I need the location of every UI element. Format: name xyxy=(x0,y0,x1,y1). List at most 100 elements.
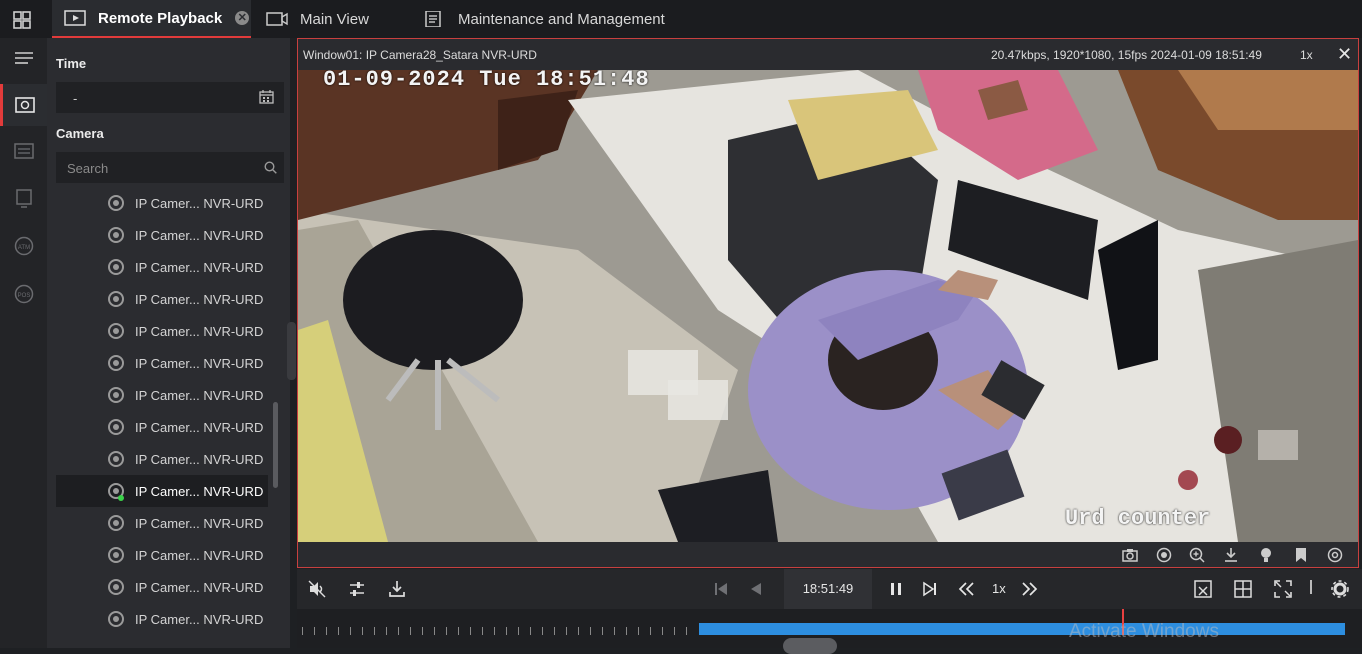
search-panel: Time - Camera Search IP Camer... NVR-URD… xyxy=(47,38,290,648)
rail-playback-button[interactable] xyxy=(0,84,47,126)
menu-button[interactable] xyxy=(0,38,47,78)
reverse-play-icon[interactable] xyxy=(747,580,765,598)
camera-list-item[interactable]: IP Camer... NVR-URD xyxy=(56,571,268,603)
camera-list-item[interactable]: IP Camer... NVR-URD xyxy=(56,475,268,507)
device-icon xyxy=(15,189,32,208)
tab-main-view[interactable]: Main View xyxy=(266,0,369,38)
speed-up-icon[interactable] xyxy=(1021,580,1039,598)
camera-name: IP Camer... NVR-URD xyxy=(135,483,264,499)
record-icon[interactable] xyxy=(1156,547,1172,563)
tab-label: Remote Playback xyxy=(98,9,223,27)
search-icon[interactable] xyxy=(264,161,277,174)
rail-pos-button[interactable]: POS xyxy=(0,274,47,314)
playback-speed: 1x xyxy=(992,581,1006,596)
camera-list-item[interactable]: IP Camer... NVR-URD xyxy=(56,411,268,443)
camera-search-input[interactable]: Search xyxy=(56,152,284,183)
camera-frame xyxy=(298,70,1358,542)
previous-segment-icon[interactable] xyxy=(713,580,731,598)
hamburger-icon xyxy=(14,52,33,64)
camera-icon xyxy=(108,195,124,211)
next-frame-icon[interactable] xyxy=(920,580,938,598)
camera-list-item[interactable]: IP Camer... NVR-URD xyxy=(56,507,268,539)
camera-icon xyxy=(108,323,124,339)
bookmark-icon[interactable] xyxy=(1293,547,1309,563)
camera-list-item[interactable]: IP Camer... NVR-URD xyxy=(56,251,268,283)
atm-icon: ATM xyxy=(14,236,33,256)
download-icon[interactable] xyxy=(388,580,406,598)
camera-name: IP Camer... NVR-URD xyxy=(135,355,264,371)
camera-icon xyxy=(108,291,124,307)
rail-device-button[interactable] xyxy=(0,179,47,219)
volume-mute-icon[interactable] xyxy=(308,580,326,598)
playback-icon xyxy=(15,97,35,113)
svg-text:ATM: ATM xyxy=(17,245,29,251)
camera-name: IP Camer... NVR-URD xyxy=(135,195,264,211)
monitor-icon xyxy=(266,12,288,26)
download-icon[interactable] xyxy=(1223,547,1239,563)
fisheye-icon[interactable] xyxy=(1327,547,1343,563)
pause-icon[interactable] xyxy=(887,580,905,598)
search-placeholder: Search xyxy=(67,161,109,176)
event-list-icon xyxy=(13,143,34,159)
tab-remote-playback[interactable]: Remote Playback ✕ xyxy=(52,0,251,38)
apps-grid-icon[interactable] xyxy=(13,11,31,29)
camera-list-scrollbar[interactable] xyxy=(273,402,278,488)
camera-list-item[interactable]: IP Camer... NVR-URD xyxy=(56,539,268,571)
camera-list-item[interactable]: IP Camer... NVR-URD xyxy=(56,347,268,379)
close-all-windows-icon[interactable] xyxy=(1194,580,1212,598)
pos-icon: POS xyxy=(14,284,33,304)
calendar-icon[interactable] xyxy=(259,90,274,104)
camera-list-item[interactable]: IP Camer... NVR-URD xyxy=(56,283,268,315)
camera-list-item[interactable]: IP Camer... NVR-URD xyxy=(56,219,268,251)
timeline-time-pill[interactable] xyxy=(783,638,837,654)
camera-icon xyxy=(108,579,124,595)
fullscreen-icon[interactable] xyxy=(1274,580,1292,598)
camera-list-item[interactable]: IP Camer... NVR-URD xyxy=(56,187,268,219)
camera-snapshot-icon[interactable] xyxy=(1122,547,1138,563)
top-bar: Remote Playback ✕ Main View Maintenance … xyxy=(0,0,1362,38)
light-bulb-icon[interactable] xyxy=(1258,547,1274,563)
adjust-sliders-icon[interactable] xyxy=(348,580,366,598)
camera-icon xyxy=(108,515,124,531)
camera-feed[interactable]: 01-09-2024 Tue 18:51:48 Urd counter xyxy=(298,70,1358,542)
window-speed: 1x xyxy=(1300,48,1313,62)
left-rail: ATM POS xyxy=(0,38,47,648)
timeline-ticks xyxy=(302,627,697,635)
window-layout-icon[interactable] xyxy=(1234,580,1252,598)
camera-icon xyxy=(108,451,124,467)
camera-name: IP Camer... NVR-URD xyxy=(135,259,264,275)
camera-name: IP Camer... NVR-URD xyxy=(135,323,264,339)
toolbar-divider xyxy=(1310,580,1312,594)
camera-name: IP Camer... NVR-URD xyxy=(135,611,264,627)
stream-info: 20.47kbps, 1920*1080, 15fps 2024-01-09 1… xyxy=(991,48,1262,62)
panel-collapse-handle[interactable] xyxy=(287,322,296,380)
camera-name: IP Camer... NVR-URD xyxy=(135,227,264,243)
gear-icon[interactable] xyxy=(1331,580,1349,598)
close-icon[interactable]: ✕ xyxy=(235,11,250,25)
camera-list-item[interactable]: IP Camer... NVR-URD xyxy=(56,603,268,633)
window-header: Window01: IP Camera28_Satara NVR-URD 20.… xyxy=(298,39,1358,70)
camera-name: IP Camer... NVR-URD xyxy=(135,579,264,595)
camera-icon xyxy=(108,355,124,371)
recording-segment[interactable] xyxy=(699,623,1345,635)
slow-down-icon[interactable] xyxy=(957,580,975,598)
tab-label: Main View xyxy=(300,10,369,28)
zoom-in-icon[interactable] xyxy=(1189,547,1205,563)
time-field[interactable]: - xyxy=(56,82,284,113)
activate-windows-watermark: Activate Windows xyxy=(1069,621,1219,642)
rail-event-button[interactable] xyxy=(0,131,47,171)
window-toolbar xyxy=(298,542,1358,567)
tab-maintenance[interactable]: Maintenance and Management xyxy=(424,0,665,38)
camera-icon xyxy=(108,259,124,275)
window-title: Window01: IP Camera28_Satara NVR-URD xyxy=(303,48,537,62)
rail-atm-button[interactable]: ATM xyxy=(0,226,47,266)
time-value: - xyxy=(73,91,78,106)
camera-list: IP Camer... NVR-URD IP Camer... NVR-URD IP… xyxy=(56,187,268,633)
camera-list-item[interactable]: IP Camer... NVR-URD xyxy=(56,443,268,475)
camera-list-item[interactable]: IP Camer... NVR-URD xyxy=(56,315,268,347)
close-icon[interactable]: ✕ xyxy=(1337,44,1352,65)
camera-name: IP Camer... NVR-URD xyxy=(135,515,264,531)
camera-list-item[interactable]: IP Camer... NVR-URD xyxy=(56,379,268,411)
video-window[interactable]: Window01: IP Camera28_Satara NVR-URD 20.… xyxy=(297,38,1359,568)
online-status-dot xyxy=(118,495,124,501)
